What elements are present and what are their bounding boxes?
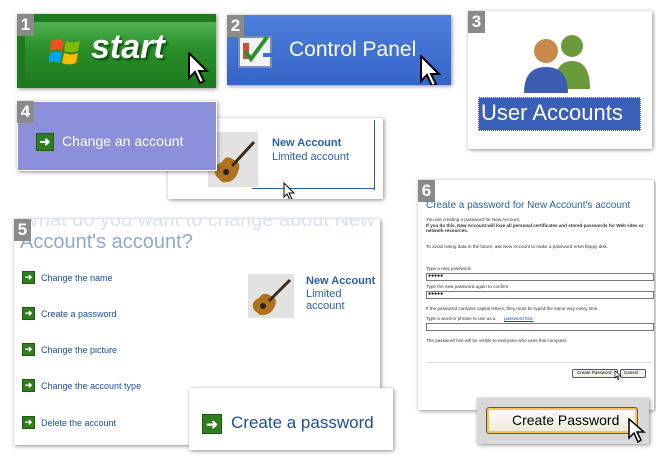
hint-note: The password hint will be visible to eve…	[426, 338, 568, 343]
create-password-zoom-label: Create Password	[512, 412, 620, 428]
guitar-icon	[248, 274, 294, 318]
intro-reset-disk: To avoid losing data in the future, ask …	[426, 244, 609, 249]
step-badge-3: 3	[468, 11, 485, 33]
mouse-cursor-icon	[420, 55, 442, 85]
green-arrow-icon: ➜	[22, 307, 35, 320]
step4-change-account[interactable]: ➜ Change an account	[17, 101, 217, 171]
account-name: New Account	[306, 275, 376, 287]
step-badge-2: 2	[227, 15, 244, 37]
change-account-label: Change an account	[62, 133, 184, 149]
change-name-link[interactable]: ➜ Change the name	[22, 271, 113, 284]
windows-logo-icon	[49, 39, 80, 65]
hint-label: Type a word or phrase to use as a	[426, 316, 496, 321]
green-arrow-icon: ➜	[22, 343, 35, 356]
step-badge-1: 1	[17, 14, 34, 36]
page-heading: Account's account?	[20, 231, 193, 253]
intro-warning: If you do this, New Account will lose al…	[426, 223, 644, 233]
link-label: Create a password	[41, 308, 117, 319]
change-account-type-link[interactable]: ➜ Change the account type	[22, 379, 141, 392]
step6-panel: Create a password for New Account's acco…	[418, 180, 654, 410]
cancel-button-label: Cancel	[624, 370, 639, 375]
confirm-password-label: Type the new password again to confirm:	[426, 284, 510, 289]
step1-panel: start	[17, 14, 216, 88]
hint-link[interactable]: password hint.	[504, 316, 534, 321]
dialog-divider	[426, 362, 652, 363]
link-label: Change the picture	[41, 344, 118, 355]
create-password-button-label: Create Password	[577, 370, 612, 375]
green-arrow-icon: ➜	[22, 271, 35, 284]
mouse-cursor-icon	[283, 182, 296, 199]
green-arrow-icon: ➜	[36, 133, 54, 151]
mouse-cursor-icon	[188, 52, 210, 85]
create-password-button-zoom[interactable]: Create Password	[486, 407, 638, 434]
password-hint-input[interactable]	[426, 323, 654, 331]
caps-note: If the password contains capital letters…	[426, 306, 599, 311]
confirm-password-input[interactable]: ●●●●●	[426, 291, 654, 299]
step3-panel: User Accounts	[468, 11, 652, 149]
create-password-button[interactable]: Create Password	[572, 369, 618, 378]
account-type: Limited account	[306, 288, 345, 312]
step-badge-6: 6	[418, 180, 435, 202]
card-frame-line	[374, 120, 375, 190]
dialog-title: Create a password for New Account's acco…	[426, 200, 631, 211]
new-password-label: Type a new password:	[426, 266, 472, 271]
create-password-button-zoom-panel: Create Password	[477, 398, 649, 444]
start-label: start	[91, 28, 165, 66]
new-password-input[interactable]: ●●●●●	[426, 273, 654, 281]
user-accounts-icon	[524, 35, 590, 93]
link-label: Delete the account	[41, 417, 117, 428]
card-frame-line	[252, 188, 375, 189]
step-badge-5: 5	[14, 219, 31, 241]
user-accounts-label: User Accounts	[481, 100, 623, 125]
create-password-link[interactable]: ➜ Create a password	[22, 307, 117, 320]
create-password-zoom-label: Create a password	[231, 413, 374, 432]
intro-text: You are creating a password for New Acco…	[426, 217, 521, 222]
account-picture	[248, 274, 294, 318]
green-arrow-icon: ➜	[22, 416, 35, 429]
create-password-zoom[interactable]: ➜ Create a password	[189, 388, 393, 450]
green-arrow-icon: ➜	[22, 379, 35, 392]
control-panel-label: Control Panel	[289, 38, 417, 61]
link-label: Change the account type	[41, 380, 142, 391]
change-picture-link[interactable]: ➜ Change the picture	[22, 343, 117, 356]
step2-panel: Control Panel	[227, 15, 451, 85]
new-password-value: ●●●●●	[428, 273, 444, 279]
mouse-cursor-icon	[628, 418, 647, 444]
mouse-cursor-icon	[614, 370, 622, 381]
confirm-password-value: ●●●●●	[428, 291, 444, 297]
account-type: Limited account	[272, 151, 350, 163]
link-label: Change the name	[41, 272, 113, 283]
green-arrow-icon: ➜	[202, 414, 222, 434]
account-name: New Account	[272, 137, 342, 149]
delete-account-link[interactable]: ➜ Delete the account	[22, 416, 116, 429]
cancel-button[interactable]: Cancel	[620, 369, 646, 378]
step-badge-4: 4	[17, 101, 34, 123]
